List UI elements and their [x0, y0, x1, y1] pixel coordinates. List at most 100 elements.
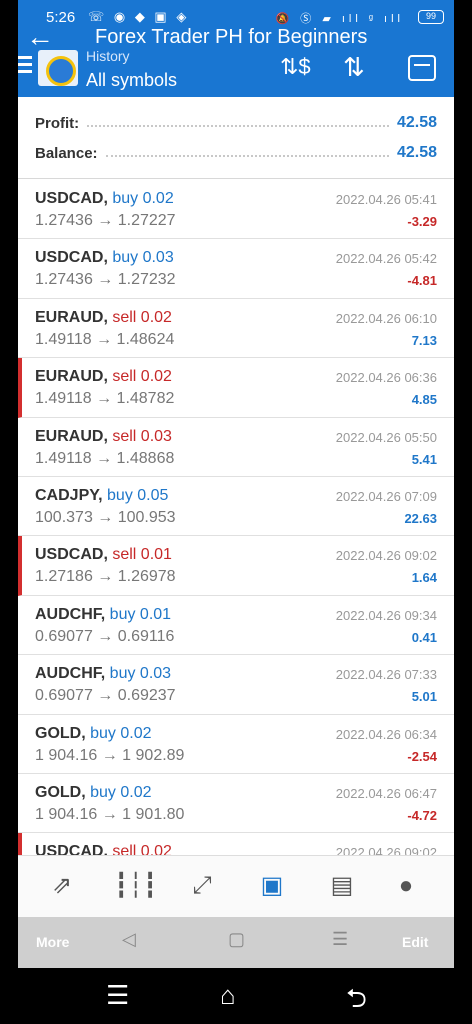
deal-time: 2022.04.26 06:34: [335, 726, 437, 742]
deal-row[interactable]: EURAUD, sell 0.03 1.49118 → 1.48868 2022.0…: [18, 418, 454, 477]
summary-panel: Profit: 42.58 Balance: 42.58: [18, 97, 454, 179]
phone-screen: 5:26 ☏ ◉ ◆ ▣ ◈ 🔕 Ⓢ ▰ ıll ᵍ ıll 99 ← Fore…: [0, 0, 472, 1024]
deal-profit: 1.64: [411, 570, 437, 586]
deal-row[interactable]: GOLD, buy 0.02 1 904.16 → 1 902.89 2022.04…: [18, 715, 454, 774]
deal-side: sell 0.03: [112, 427, 172, 445]
profit-label: Profit:: [35, 114, 80, 132]
trade-icon[interactable]: ⤢: [184, 870, 220, 902]
overlay-title: Forex Trader PH for Beginners: [95, 26, 368, 48]
deal-side: buy 0.03: [109, 665, 172, 683]
calendar-icon[interactable]: [408, 55, 436, 81]
deal-symbol: AUDCHF, buy 0.03: [35, 665, 171, 683]
symbol-label: GOLD,: [35, 724, 86, 742]
deal-row[interactable]: USDCAD, sell 0.01 1.27186 → 1.26978 2022.0…: [18, 536, 454, 596]
deal-symbol: GOLD, buy 0.02: [35, 784, 152, 802]
deal-row[interactable]: EURAUD, sell 0.02 1.49118 → 1.48782 2022.0…: [18, 358, 454, 418]
quotes-icon[interactable]: ⇗: [44, 870, 80, 902]
deal-row[interactable]: AUDCHF, buy 0.01 0.69077 → 0.69116 2022.04…: [18, 596, 454, 656]
deal-row[interactable]: USDCAD, buy 0.03 1.27436 → 1.27232 2022.04…: [18, 239, 454, 299]
deal-profit: -2.54: [407, 748, 437, 764]
symbol-label: GOLD,: [35, 783, 86, 801]
deal-prices: 1 904.16 → 1 901.80: [35, 805, 185, 823]
deal-time: 2022.04.26 07:33: [335, 667, 437, 683]
deal-side: buy 0.02: [112, 190, 174, 207]
deal-profit: 4.85: [411, 392, 437, 408]
symbol-label: USDCAD,: [35, 249, 108, 267]
deal-side: sell 0.02: [112, 308, 172, 326]
dotted-leader: [87, 125, 389, 127]
deal-side: buy 0.02: [90, 783, 152, 801]
deal-prices: 0.69077 → 0.69237: [35, 687, 176, 705]
deal-side: sell 0.01: [112, 546, 172, 564]
symbol-label: EURAUD,: [35, 368, 108, 386]
back-icon[interactable]: ⮌: [346, 980, 367, 1024]
symbol-label: USDCAD,: [35, 190, 108, 207]
deal-profit: 0.41: [411, 629, 437, 645]
deal-profit: -4.72: [407, 807, 437, 823]
symbol-filter[interactable]: All symbols: [86, 70, 177, 91]
section-label: History: [86, 48, 130, 64]
overlay-toolbar: More ◁ ▢ ☰ Edit: [18, 917, 454, 968]
balance-value: 42.58: [396, 144, 437, 161]
deal-time: 2022.04.26 05:41: [335, 192, 437, 207]
deal-prices: 1.27436 → 1.27227: [35, 212, 176, 229]
more-button[interactable]: More: [36, 934, 69, 950]
deal-symbol: CADJPY, buy 0.05: [35, 487, 168, 505]
hamburger-menu-icon[interactable]: [18, 56, 32, 77]
symbol-label: EURAUD,: [35, 427, 108, 445]
balance-label: Balance:: [35, 144, 98, 162]
deals-exchange-icon[interactable]: ⇅$: [280, 52, 311, 82]
deal-profit: 5.41: [411, 451, 437, 467]
deal-symbol: USDCAD, sell 0.01: [35, 546, 172, 564]
sort-icon[interactable]: ⇅: [343, 52, 365, 82]
deal-prices: 1.49118 → 1.48782: [35, 390, 175, 408]
back-arrow-icon[interactable]: ←: [26, 22, 54, 52]
chat-icon[interactable]: ●: [388, 870, 424, 902]
android-navigation-bar: ☰ ⌂ ⮌: [0, 968, 472, 1024]
deal-prices: 0.69077 → 0.69116: [35, 627, 175, 645]
deal-symbol: USDCAD, buy 0.03: [35, 249, 174, 267]
deal-side: buy 0.03: [112, 249, 174, 267]
deal-row[interactable]: USDCAD, buy 0.02 1.27436 → 1.27227 2022.04…: [18, 180, 454, 240]
deal-symbol: USDCAD, buy 0.02: [35, 190, 174, 208]
deal-time: 2022.04.26 06:10: [335, 310, 437, 326]
home-square-icon[interactable]: ▢: [228, 929, 245, 950]
notification-icons: ☏ ◉ ◆ ▣ ◈: [88, 9, 190, 24]
history-screen: 5:26 ☏ ◉ ◆ ▣ ◈ 🔕 Ⓢ ▰ ıll ᵍ ıll 99 ← Fore…: [18, 0, 454, 968]
deal-symbol: EURAUD, sell 0.02: [35, 368, 172, 386]
app-logo: [38, 50, 78, 86]
deal-profit: -3.29: [407, 214, 437, 229]
deal-profit: 22.63: [404, 510, 437, 526]
deals-list[interactable]: USDCAD, buy 0.02 1.27436 → 1.27227 2022.04…: [18, 180, 454, 893]
symbol-label: AUDCHF,: [35, 605, 106, 623]
home-icon[interactable]: ⌂: [220, 980, 236, 1011]
deal-prices: 1.49118 → 1.48624: [35, 330, 175, 348]
deal-row[interactable]: EURAUD, sell 0.02 1.49118 → 1.48624 2022.0…: [18, 299, 454, 359]
recents-icon[interactable]: ☰: [106, 980, 129, 1011]
bottom-navigation: ⇗ ┇┆┇ ⤢ ▣ ▤ ●: [18, 855, 454, 917]
history-icon[interactable]: ▣: [254, 870, 290, 902]
back-triangle-icon[interactable]: ◁: [122, 929, 136, 950]
deal-prices: 1.49118 → 1.48868: [35, 449, 175, 467]
deal-time: 2022.04.26 05:42: [335, 251, 437, 267]
deal-prices: 100.373 → 100.953: [35, 508, 176, 526]
deal-time: 2022.04.26 05:50: [335, 429, 437, 445]
balance-row: Balance: 42.58: [35, 142, 437, 164]
deal-profit: -4.81: [407, 273, 437, 289]
deal-row[interactable]: AUDCHF, buy 0.03 0.69077 → 0.69237 2022.04…: [18, 655, 454, 715]
profit-value: 42.58: [396, 114, 437, 131]
deal-side: buy 0.02: [90, 724, 152, 742]
chart-icon[interactable]: ┇┆┇: [114, 870, 157, 902]
deal-time: 2022.04.26 06:47: [335, 785, 437, 801]
deal-row[interactable]: CADJPY, buy 0.05 100.373 → 100.953 2022.04…: [18, 477, 454, 537]
deal-time: 2022.04.26 09:34: [335, 607, 437, 623]
deal-side: sell 0.02: [112, 368, 172, 386]
deal-row[interactable]: GOLD, buy 0.02 1 904.16 → 1 901.80 2022.04…: [18, 774, 454, 834]
deal-symbol: GOLD, buy 0.02: [35, 725, 152, 743]
symbol-label: AUDCHF,: [35, 665, 106, 683]
news-icon[interactable]: ▤: [324, 870, 360, 902]
edit-button[interactable]: Edit: [402, 934, 428, 950]
recents-icon[interactable]: ☰: [332, 929, 348, 950]
dotted-leader: [105, 155, 389, 157]
profit-row: Profit: 42.58: [35, 112, 437, 134]
